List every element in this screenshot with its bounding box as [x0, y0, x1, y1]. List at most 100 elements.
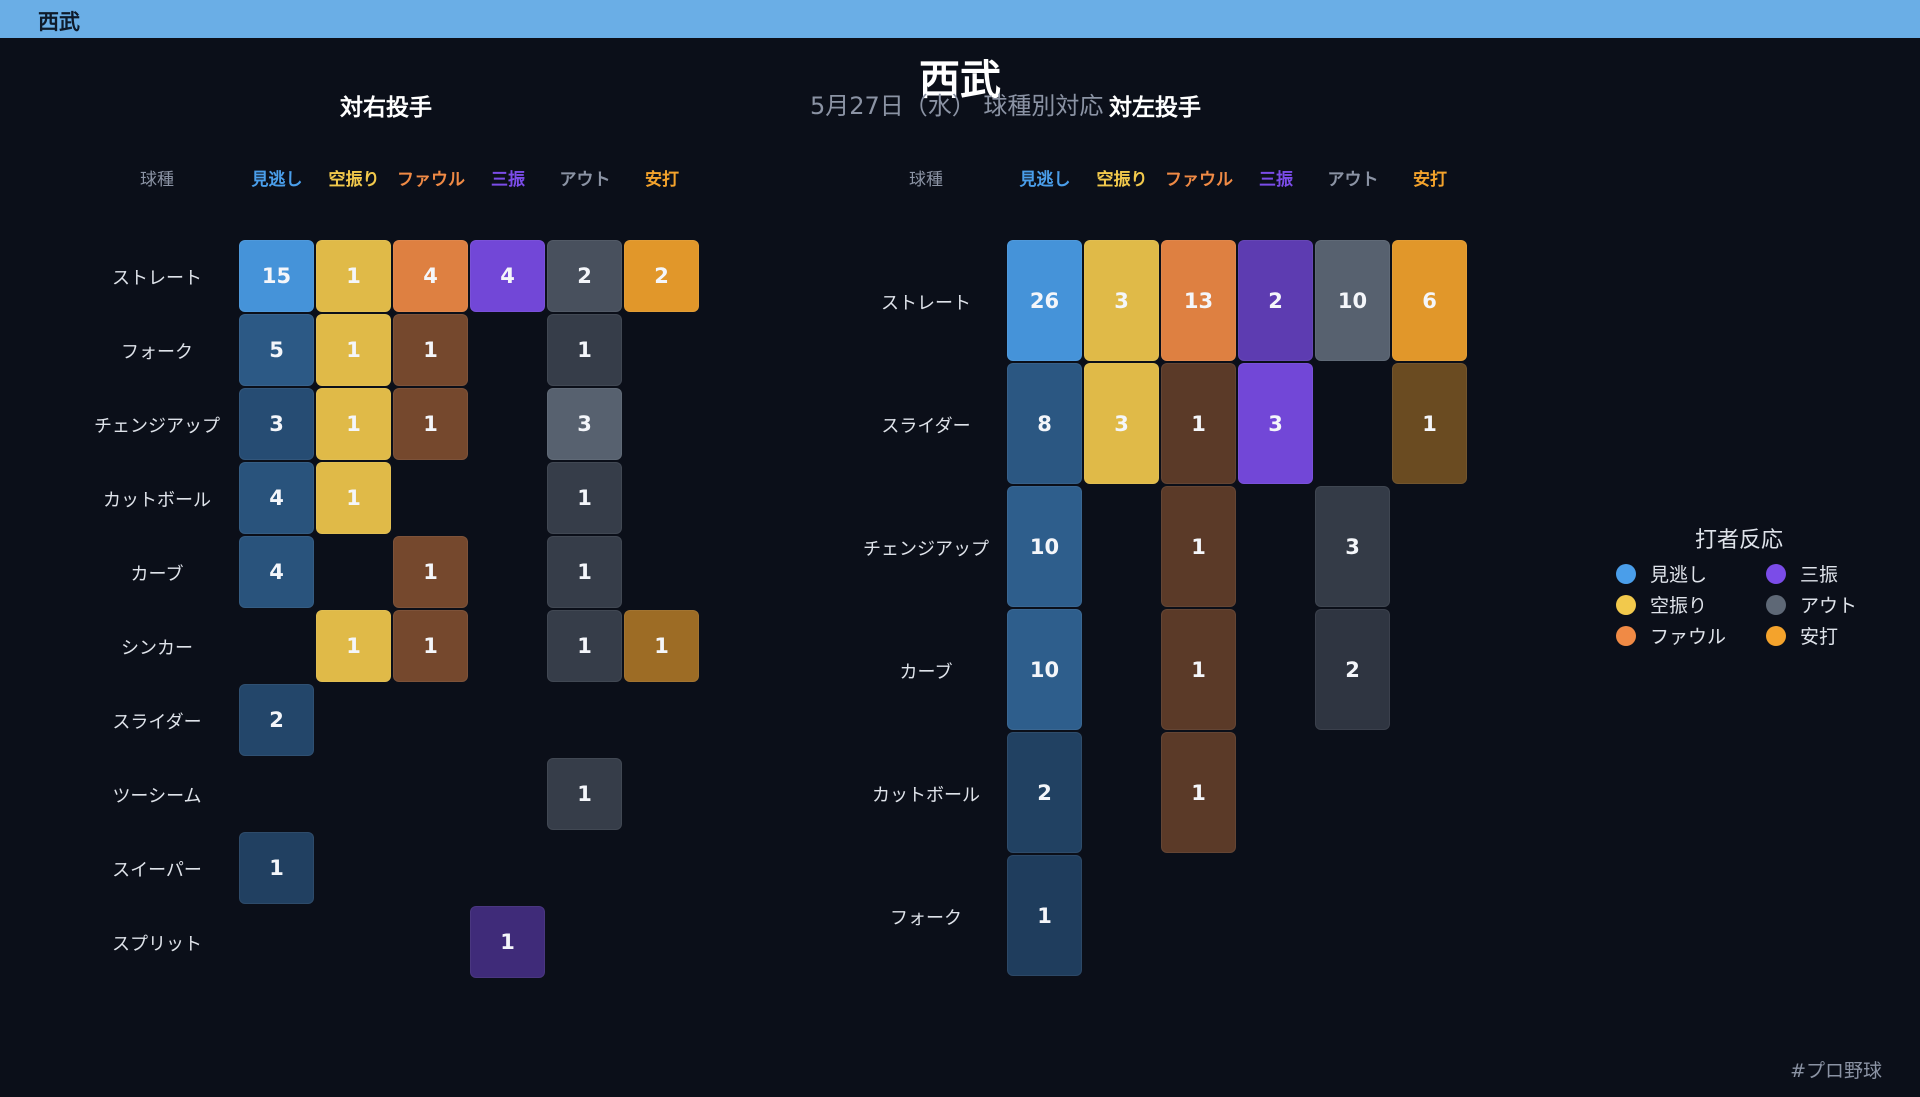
- legend-label: 空振り: [1650, 595, 1708, 617]
- legend-item: 空振り: [1604, 591, 1754, 618]
- heatmap-cell: 2: [547, 240, 622, 312]
- legend-item: アウト: [1754, 591, 1874, 618]
- row-label: スイーパー: [112, 860, 202, 881]
- legend-title: 打者反応: [1694, 528, 1783, 553]
- row-label: フォーク: [890, 907, 962, 929]
- heatmap-cell: 10: [1007, 609, 1082, 730]
- panel-title-1: 対左投手: [1109, 95, 1201, 121]
- column-header: ファウル: [1165, 170, 1233, 190]
- row-label: チェンジアップ: [94, 416, 220, 437]
- heatmap-cell: 6: [1392, 240, 1467, 361]
- row-label: スプリット: [112, 934, 202, 955]
- legend-item: 安打: [1754, 622, 1874, 649]
- row-label: スライダー: [881, 415, 971, 437]
- legend: 打者反応 見逃し 三振空振り アウトファウル 安打: [1604, 522, 1874, 649]
- heatmap-cell: 3: [547, 388, 622, 460]
- heatmap-cell: 1: [547, 610, 622, 682]
- row-label: カーブ: [899, 661, 953, 683]
- row-label: スライダー: [112, 712, 202, 733]
- heatmap-cell: 3: [1315, 486, 1390, 607]
- topbar-title: 西武: [38, 10, 80, 34]
- column-header: 安打: [645, 170, 679, 190]
- heatmap-cell: 10: [1315, 240, 1390, 361]
- row-label: ツーシーム: [112, 786, 202, 807]
- row-header-label: 球種: [140, 170, 174, 190]
- column-header: 見逃し: [1019, 170, 1071, 190]
- heatmap-cell: 1: [624, 610, 699, 682]
- legend-swatch: [1616, 563, 1636, 584]
- heatmap-cell: 1: [547, 314, 622, 386]
- heatmap-cell: 15: [239, 240, 314, 312]
- heatmap-cell: 1: [470, 906, 545, 978]
- row-label: カットボール: [103, 490, 211, 511]
- row-label: カーブ: [130, 564, 184, 585]
- heatmap-cell: 3: [239, 388, 314, 460]
- legend-swatch: [1616, 625, 1636, 646]
- legend-swatch: [1766, 594, 1786, 615]
- heatmap-cell: 1: [1161, 609, 1236, 730]
- row-label: シンカー: [121, 638, 193, 659]
- legend-label: 三振: [1800, 564, 1839, 586]
- heatmap-cell: 1: [547, 462, 622, 534]
- heatmap-cell: 1: [316, 462, 391, 534]
- row-label: フォーク: [121, 342, 193, 363]
- heatmap-cell: 3: [1084, 240, 1159, 361]
- row-label: ストレート: [112, 268, 202, 289]
- heatmap-cell: 3: [1238, 363, 1313, 484]
- row-label: カットボール: [872, 784, 980, 806]
- legend-swatch: [1616, 594, 1636, 615]
- heatmap-cell: 1: [1007, 855, 1082, 976]
- legend-swatch: [1766, 625, 1786, 646]
- heatmap-cell: 5: [239, 314, 314, 386]
- heatmap-cell: 4: [470, 240, 545, 312]
- heatmap-cell: 1: [316, 610, 391, 682]
- heatmap-cell: 2: [624, 240, 699, 312]
- legend-label: 見逃し: [1650, 564, 1708, 586]
- heatmap-cell: 10: [1007, 486, 1082, 607]
- legend-items: 見逃し 三振空振り アウトファウル 安打: [1604, 560, 1874, 649]
- column-header: アウト: [1327, 170, 1379, 190]
- heatmap-cell: 1: [316, 314, 391, 386]
- heatmap-cell: 26: [1007, 240, 1082, 361]
- heatmap-cell: 3: [1084, 363, 1159, 484]
- legend-item: ファウル: [1604, 622, 1754, 649]
- row-header-label: 球種: [909, 170, 943, 190]
- column-header: 空振り: [1096, 170, 1148, 190]
- top-bar: 西武: [0, 0, 1920, 38]
- heatmap-cell: 1: [393, 610, 468, 682]
- heatmap-cell: 13: [1161, 240, 1236, 361]
- page-subtitle: 5月27日（水） 球種別対応: [810, 92, 1104, 120]
- heatmap-cell: 1: [393, 314, 468, 386]
- heatmap-cell: 2: [239, 684, 314, 756]
- legend-item: 三振: [1754, 560, 1874, 587]
- heatmap-cell: 1: [547, 758, 622, 830]
- column-header: 安打: [1413, 170, 1447, 190]
- heatmap-cell: 1: [1392, 363, 1467, 484]
- legend-label: ファウル: [1650, 626, 1727, 648]
- legend-label: 安打: [1800, 626, 1839, 648]
- heatmap-cell: 1: [393, 536, 468, 608]
- panel-title-0: 対右投手: [340, 95, 432, 121]
- heatmap-cell: 1: [1161, 363, 1236, 484]
- column-header: ファウル: [397, 170, 465, 190]
- heatmap-cell: 1: [1161, 486, 1236, 607]
- row-label: ストレート: [881, 292, 971, 314]
- heatmap-cell: 1: [316, 240, 391, 312]
- heatmap-cell: 1: [547, 536, 622, 608]
- column-header: 空振り: [328, 170, 380, 190]
- heatmap-cell: 1: [1161, 732, 1236, 853]
- column-header: 見逃し: [251, 170, 303, 190]
- heatmap-cell: 1: [239, 832, 314, 904]
- column-header: アウト: [559, 170, 611, 190]
- legend-swatch: [1766, 563, 1786, 584]
- heatmap-cell: 2: [1007, 732, 1082, 853]
- column-header: 三振: [1259, 170, 1293, 190]
- heatmap-cell: 4: [239, 462, 314, 534]
- column-header: 三振: [491, 170, 525, 190]
- row-label: チェンジアップ: [863, 538, 989, 560]
- heatmap-cell: 2: [1315, 609, 1390, 730]
- legend-item: 見逃し: [1604, 560, 1754, 587]
- legend-label: アウト: [1800, 595, 1858, 617]
- heatmap-cell: 1: [316, 388, 391, 460]
- heatmap-cell: 4: [239, 536, 314, 608]
